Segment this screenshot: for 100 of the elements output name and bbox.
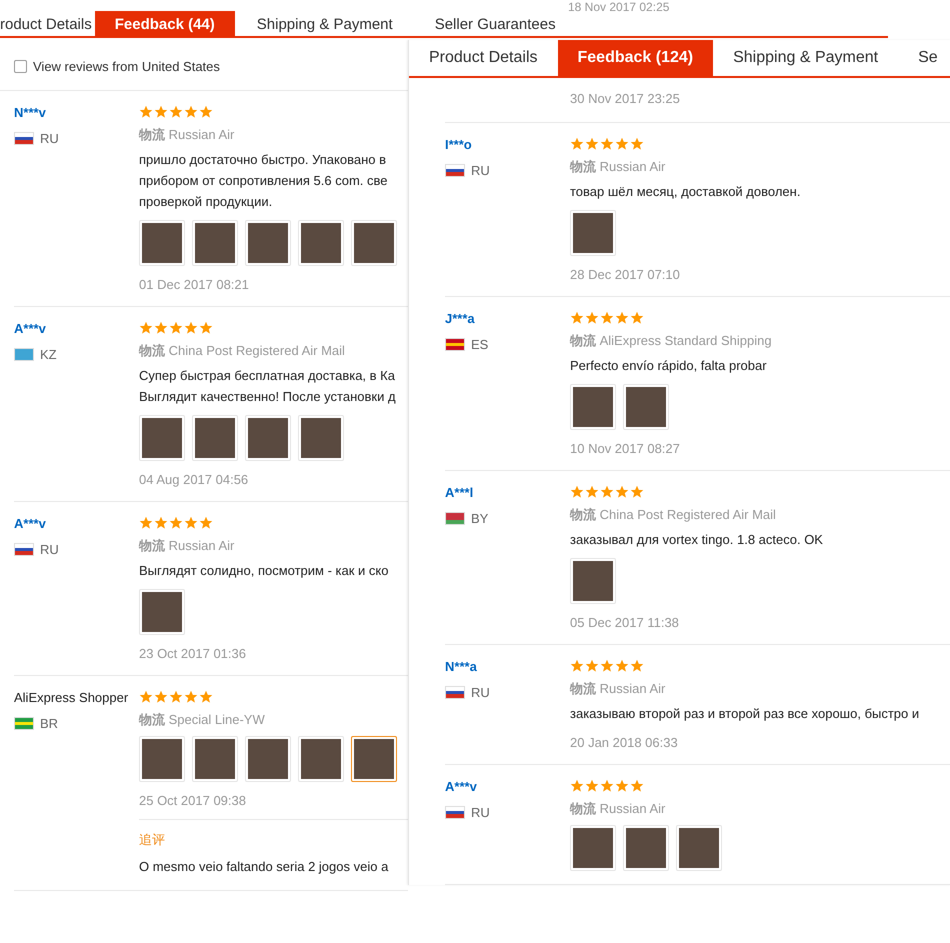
review-date: 04 Aug 2017 04:56 [139, 472, 250, 488]
shipping-method: 物流 China Post Registered Air Mail [139, 343, 346, 359]
star-icon [615, 137, 629, 151]
tab[interactable]: Feedback (44) [94, 11, 235, 36]
star-icon [139, 690, 153, 704]
tab[interactable]: Se [898, 40, 950, 76]
review-text: Выглядят солидно, посмотрим - как и ско [139, 562, 390, 580]
star-icon [600, 659, 614, 673]
shipping-method: 物流 AliExpress Standard Shipping [570, 333, 773, 349]
star-icon [184, 516, 198, 530]
review-text: заказываю второй раз и второй раз все хорошо, быстро и [570, 705, 920, 723]
review-text: Супер быстрая бесплатная доставка, в Ка Выглядит качественно! После установки д [139, 367, 397, 406]
star-icon [154, 105, 168, 119]
country-code: ES [471, 337, 488, 352]
country-code: BR [40, 716, 58, 731]
star-icon [600, 485, 614, 499]
review-text: пришло достаточно быстро. Упаковано в прибором от сопротивления 5.6 com. све проверкой продукции. [139, 151, 389, 211]
star-icon [600, 779, 614, 793]
review-date: 20 Jan 2018 06:33 [570, 735, 679, 751]
shipping-method: 物流 Russian Air [570, 159, 666, 175]
country-code: BY [471, 511, 488, 526]
user-link[interactable]: N***a [445, 659, 570, 675]
star-icon [630, 485, 644, 499]
star-icon [199, 690, 213, 704]
star-icon [585, 311, 599, 325]
review-date: 28 Dec 2017 07:10 [570, 267, 681, 283]
star-icon [139, 105, 153, 119]
follow-up-label: 追评 [139, 832, 166, 848]
user-link[interactable]: A***v [445, 779, 570, 795]
tab[interactable]: Feedback (124) [558, 40, 714, 76]
review-date: 01 Dec 2017 08:21 [139, 277, 250, 293]
star-icon [585, 137, 599, 151]
star-icon [570, 779, 584, 793]
star-icon [600, 311, 614, 325]
star-icon [184, 690, 198, 704]
review-text: товар шёл месяц, доставкой доволен. [570, 183, 802, 201]
user-link[interactable]: A***l [445, 485, 570, 501]
country-code: RU [40, 131, 59, 146]
star-icon [570, 659, 584, 673]
star-icon [154, 690, 168, 704]
star-icon [169, 690, 183, 704]
shipping-method: 物流 Russian Air [139, 538, 236, 554]
follow-up-text: O mesmo veio faltando seria 2 jogos veio a [139, 858, 390, 876]
star-icon [615, 659, 629, 673]
photo-placeholder[interactable] [351, 736, 397, 782]
tab[interactable]: Shipping & Payment [234, 11, 415, 36]
star-icon [139, 516, 153, 530]
country-code: KZ [40, 347, 57, 362]
user-link[interactable]: A***v [14, 516, 139, 532]
star-icon [630, 779, 644, 793]
star-icon [169, 516, 183, 530]
star-icon [199, 105, 213, 119]
user-link[interactable]: I***o [445, 137, 570, 153]
star-icon [154, 516, 168, 530]
star-icon [184, 105, 198, 119]
star-icon [184, 321, 198, 335]
tab[interactable]: roduct Details [0, 11, 95, 36]
user-link[interactable]: N***v [14, 105, 139, 121]
star-icon [570, 137, 584, 151]
star-icon [585, 485, 599, 499]
review-date: 05 Dec 2017 11:38 [570, 615, 680, 631]
star-icon [154, 321, 168, 335]
star-icon [169, 321, 183, 335]
shipping-method: 物流 Russian Air [570, 681, 666, 697]
checkbox[interactable] [14, 60, 27, 72]
review-date: 10 Nov 2017 08:27 [570, 441, 681, 457]
user-link[interactable]: A***v [14, 321, 139, 337]
star-icon [199, 516, 213, 530]
review-date: 18 Nov 2017 02:25 [567, 1, 670, 14]
shipping-method: 物流 Russian Air [570, 801, 666, 817]
review-date: 30 Nov 2017 23:25 [570, 91, 681, 107]
review-date: 23 Oct 2017 01:36 [139, 646, 247, 662]
shipping-method: 物流 Special Line-YW [139, 712, 266, 728]
star-icon [630, 311, 644, 325]
user-link[interactable]: J***a [445, 311, 570, 327]
tab[interactable]: Shipping & Payment [713, 40, 898, 76]
tab[interactable]: Seller Guarantees [414, 11, 576, 36]
star-icon [199, 321, 213, 335]
star-icon [615, 311, 629, 325]
country-code: RU [471, 685, 490, 700]
filter-label: View reviews from United States [33, 58, 220, 74]
star-icon [615, 779, 629, 793]
tab[interactable]: Product Details [409, 40, 558, 76]
user-name: AliExpress Shopper [14, 690, 130, 706]
star-icon [139, 321, 153, 335]
country-code: RU [40, 542, 59, 557]
star-icon [615, 485, 629, 499]
star-icon [570, 311, 584, 325]
country-code: RU [471, 805, 490, 820]
star-icon [570, 485, 584, 499]
star-icon [585, 659, 599, 673]
review-date: 25 Oct 2017 09:38 [139, 793, 247, 809]
star-icon [585, 779, 599, 793]
star-icon [630, 137, 644, 151]
shipping-method: 物流 Russian Air [139, 127, 236, 143]
star-icon [600, 137, 614, 151]
shipping-method: 物流 China Post Registered Air Mail [570, 507, 777, 523]
country-code: RU [471, 163, 490, 178]
review-text: заказывал для vortex tingo. 1.8 acteco. OK [570, 531, 824, 549]
review-text: Perfecto envío rápido, falta probar [570, 357, 768, 375]
